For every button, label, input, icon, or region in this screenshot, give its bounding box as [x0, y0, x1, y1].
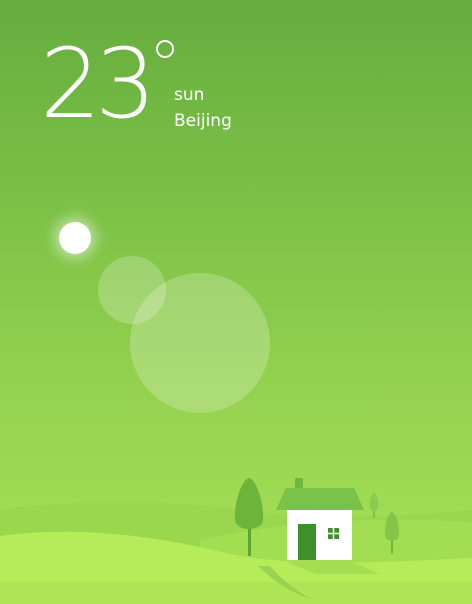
temperature-value: 23 — [40, 28, 156, 140]
house-door — [298, 524, 316, 560]
sun-icon — [59, 222, 91, 254]
landscape — [0, 478, 472, 604]
lens-flare-large — [130, 273, 270, 413]
degree-symbol — [156, 40, 174, 58]
weather-condition: sun — [174, 85, 205, 105]
city-name: Beijing — [174, 111, 232, 131]
weather-screen: 23 sun Beijing — [0, 0, 472, 604]
small-tree-far — [369, 492, 379, 518]
house-icon — [276, 478, 364, 560]
